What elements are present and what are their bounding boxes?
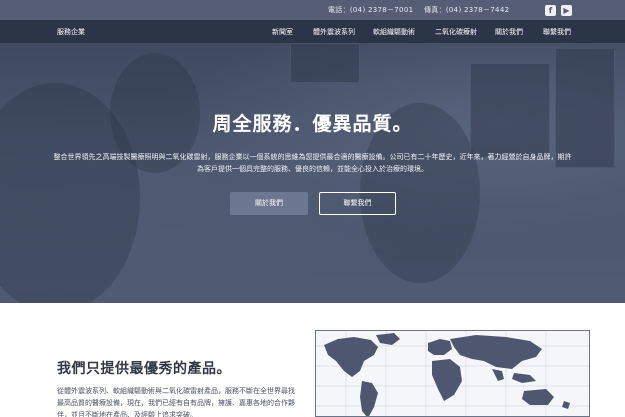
nav-item-shockwave-series[interactable]: 體外震波系列 xyxy=(313,27,355,37)
hero-description: 整合世界領先之高端技製醫療照明與二氧化碳雷射，服務企業以一個系統的思維為您提供最… xyxy=(53,153,572,173)
hero-banner: 周全服務．優異品質。 整合世界領先之高端技製醫療照明與二氧化碳雷射，服務企業以一… xyxy=(0,43,625,303)
products-heading: 我們只提供最優秀的產品。 xyxy=(57,361,231,377)
phone-number: 電話：(04) 2378－7001 xyxy=(328,6,414,14)
brand-logo-text[interactable]: 服務企業 xyxy=(57,27,85,37)
facebook-icon[interactable]: f xyxy=(545,5,556,16)
nav-item-soft-tissue[interactable]: 軟組織驅動術 xyxy=(373,27,415,37)
nav-item-newsroom[interactable]: 新聞室 xyxy=(272,27,293,37)
products-description: 從體外震波系列、軟組織驅動術與二氧化碳雷射產品，服務不斷在全世界尋找最高品質的醫… xyxy=(57,387,295,417)
fax-number: 傳真：(04) 2378－7442 xyxy=(424,6,510,14)
youtube-icon[interactable]: ▶ xyxy=(561,5,572,16)
hero-title: 周全服務．優異品質。 xyxy=(212,113,413,135)
nav-item-contact[interactable]: 聯繫我們 xyxy=(543,27,571,37)
nav-item-co2-laser[interactable]: 二氧化碳療射 xyxy=(435,27,477,37)
about-us-button[interactable]: 關於我們 xyxy=(230,192,308,215)
world-map-image xyxy=(315,330,590,417)
top-contact-bar: 電話：(04) 2378－7001 傳真：(04) 2378－7442 f ▶ xyxy=(0,0,625,20)
contact-us-button[interactable]: 聯繫我們 xyxy=(319,192,396,215)
world-map-icon xyxy=(316,331,589,416)
main-navbar: 服務企業 新聞室 體外震波系列 軟組織驅動術 二氧化碳療射 關於我們 聯繫我們 xyxy=(0,20,625,43)
nav-item-about[interactable]: 關於我們 xyxy=(495,27,523,37)
